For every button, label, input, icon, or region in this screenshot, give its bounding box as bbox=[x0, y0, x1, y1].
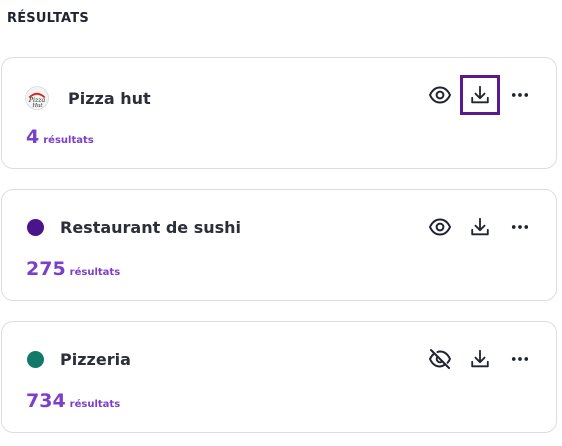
result-count-label: résultats bbox=[69, 399, 121, 410]
card-header: Pizzeria bbox=[25, 350, 131, 369]
more-horizontal-icon bbox=[510, 349, 530, 369]
result-count: 275 résultats bbox=[26, 258, 120, 280]
card-header: Restaurant de sushi bbox=[25, 218, 241, 237]
section-title: RÉSULTATS bbox=[7, 11, 89, 26]
svg-text:Hut: Hut bbox=[32, 103, 44, 109]
result-card: Restaurant de sushi 275 résultats bbox=[1, 189, 557, 301]
pizza-hut-logo: Pizza Hut bbox=[25, 86, 49, 110]
toggle-visibility-button[interactable] bbox=[426, 345, 454, 373]
download-button[interactable] bbox=[466, 345, 494, 373]
card-actions bbox=[426, 345, 534, 373]
download-icon bbox=[469, 348, 491, 370]
result-count-label: résultats bbox=[43, 135, 94, 146]
more-options-button[interactable] bbox=[506, 213, 534, 241]
category-color-dot bbox=[27, 351, 44, 368]
download-button[interactable] bbox=[466, 213, 494, 241]
eye-off-icon bbox=[428, 347, 452, 371]
card-header: Pizza Hut Pizza hut bbox=[25, 86, 151, 110]
more-options-button[interactable] bbox=[506, 81, 534, 109]
eye-icon bbox=[428, 215, 452, 239]
result-name: Pizzeria bbox=[60, 350, 131, 369]
category-color-dot bbox=[27, 219, 44, 236]
result-name: Restaurant de sushi bbox=[60, 218, 242, 237]
download-button[interactable] bbox=[460, 75, 500, 115]
download-icon bbox=[469, 216, 491, 238]
result-name: Pizza hut bbox=[68, 88, 151, 108]
more-options-button[interactable] bbox=[506, 345, 534, 373]
result-count-label: résultats bbox=[69, 267, 121, 278]
toggle-visibility-button[interactable] bbox=[426, 213, 454, 241]
card-actions bbox=[426, 213, 534, 241]
card-actions bbox=[426, 75, 534, 115]
more-horizontal-icon bbox=[510, 217, 530, 237]
toggle-visibility-button[interactable] bbox=[426, 81, 454, 109]
result-count-number: 734 bbox=[26, 390, 66, 412]
result-count: 734 résultats bbox=[26, 390, 120, 412]
result-count-number: 275 bbox=[26, 258, 66, 280]
download-icon bbox=[469, 84, 491, 106]
result-count-number: 4 bbox=[26, 126, 40, 148]
more-horizontal-icon bbox=[510, 85, 530, 105]
eye-icon bbox=[428, 83, 452, 107]
result-card: Pizza Hut Pizza hut 4 résultats bbox=[1, 57, 557, 169]
result-card: Pizzeria 734 résultats bbox=[1, 321, 557, 433]
result-count: 4 résultats bbox=[26, 126, 94, 148]
